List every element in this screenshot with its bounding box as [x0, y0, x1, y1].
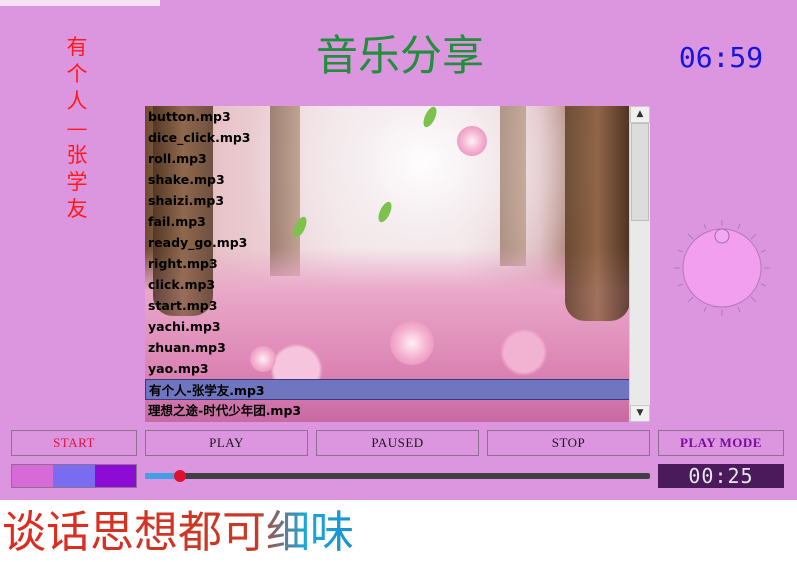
song-item[interactable]: yachi.mp3 [145, 316, 630, 337]
selected-song-item[interactable]: 有个人-张学友.mp3 [145, 379, 630, 400]
playlist[interactable]: button.mp3 dice_click.mp3 roll.mp3 shake.mp… [145, 106, 650, 422]
song-item[interactable]: dice_click.mp3 [145, 127, 630, 148]
color-swatches [11, 464, 137, 488]
song-item[interactable]: ready_go.mp3 [145, 232, 630, 253]
vertical-title-char: 个 [66, 62, 88, 86]
scroll-down-arrow-icon[interactable]: ▼ [630, 405, 650, 422]
song-item[interactable]: right.mp3 [145, 253, 630, 274]
page-title: 音乐分享 [315, 31, 484, 80]
song-item[interactable]: roll.mp3 [145, 148, 630, 169]
progress-slider[interactable] [145, 470, 650, 482]
start-button[interactable]: START [11, 430, 137, 456]
song-item[interactable]: shaizi.mp3 [145, 190, 630, 211]
vertical-song-title: 有个人 — 张学友 [60, 34, 94, 223]
song-item[interactable]: 理想之途-时代少年团.mp3 [145, 400, 630, 421]
scrollbar-thumb[interactable] [631, 123, 649, 221]
stop-button[interactable]: STOP [487, 430, 650, 456]
song-item[interactable]: yao.mp3 [145, 358, 630, 379]
footer-slogan: 谈话思想都可细味 [2, 507, 354, 558]
vertical-title-char: 友 [66, 197, 88, 221]
color-swatch[interactable] [94, 465, 136, 487]
color-swatch[interactable] [12, 465, 54, 487]
song-item[interactable]: fail.mp3 [145, 211, 630, 232]
vertical-title-char: 学 [66, 170, 88, 194]
vertical-title-char: — [66, 116, 88, 140]
play-button[interactable]: PLAY [145, 430, 308, 456]
music-player-window: 有个人 — 张学友 音乐分享 06:59 button.mp3 dice_click.… [0, 0, 797, 500]
vertical-title-char: 有 [66, 35, 88, 59]
playlist-scrollbar[interactable]: ▲ ▼ [629, 106, 650, 422]
clock-display: 06:59 [678, 41, 764, 74]
progress-handle[interactable] [174, 470, 187, 482]
song-list: button.mp3 dice_click.mp3 roll.mp3 shake.mp… [145, 106, 630, 421]
pause-button[interactable]: PAUSED [316, 430, 479, 456]
play-mode-button[interactable]: PLAY MODE [658, 430, 784, 456]
song-item[interactable]: zhuan.mp3 [145, 337, 630, 358]
song-item[interactable]: start.mp3 [145, 295, 630, 316]
vertical-title-char: 人 [66, 89, 88, 113]
vertical-title-char: 张 [66, 143, 88, 167]
color-swatch[interactable] [53, 465, 95, 487]
song-item[interactable]: click.mp3 [145, 274, 630, 295]
volume-knob[interactable] [672, 218, 772, 318]
song-item[interactable]: shake.mp3 [145, 169, 630, 190]
song-item[interactable]: button.mp3 [145, 106, 630, 127]
scroll-up-arrow-icon[interactable]: ▲ [630, 106, 650, 123]
title-bar-fragment [0, 0, 160, 6]
elapsed-time-display: 00:25 [658, 464, 784, 488]
